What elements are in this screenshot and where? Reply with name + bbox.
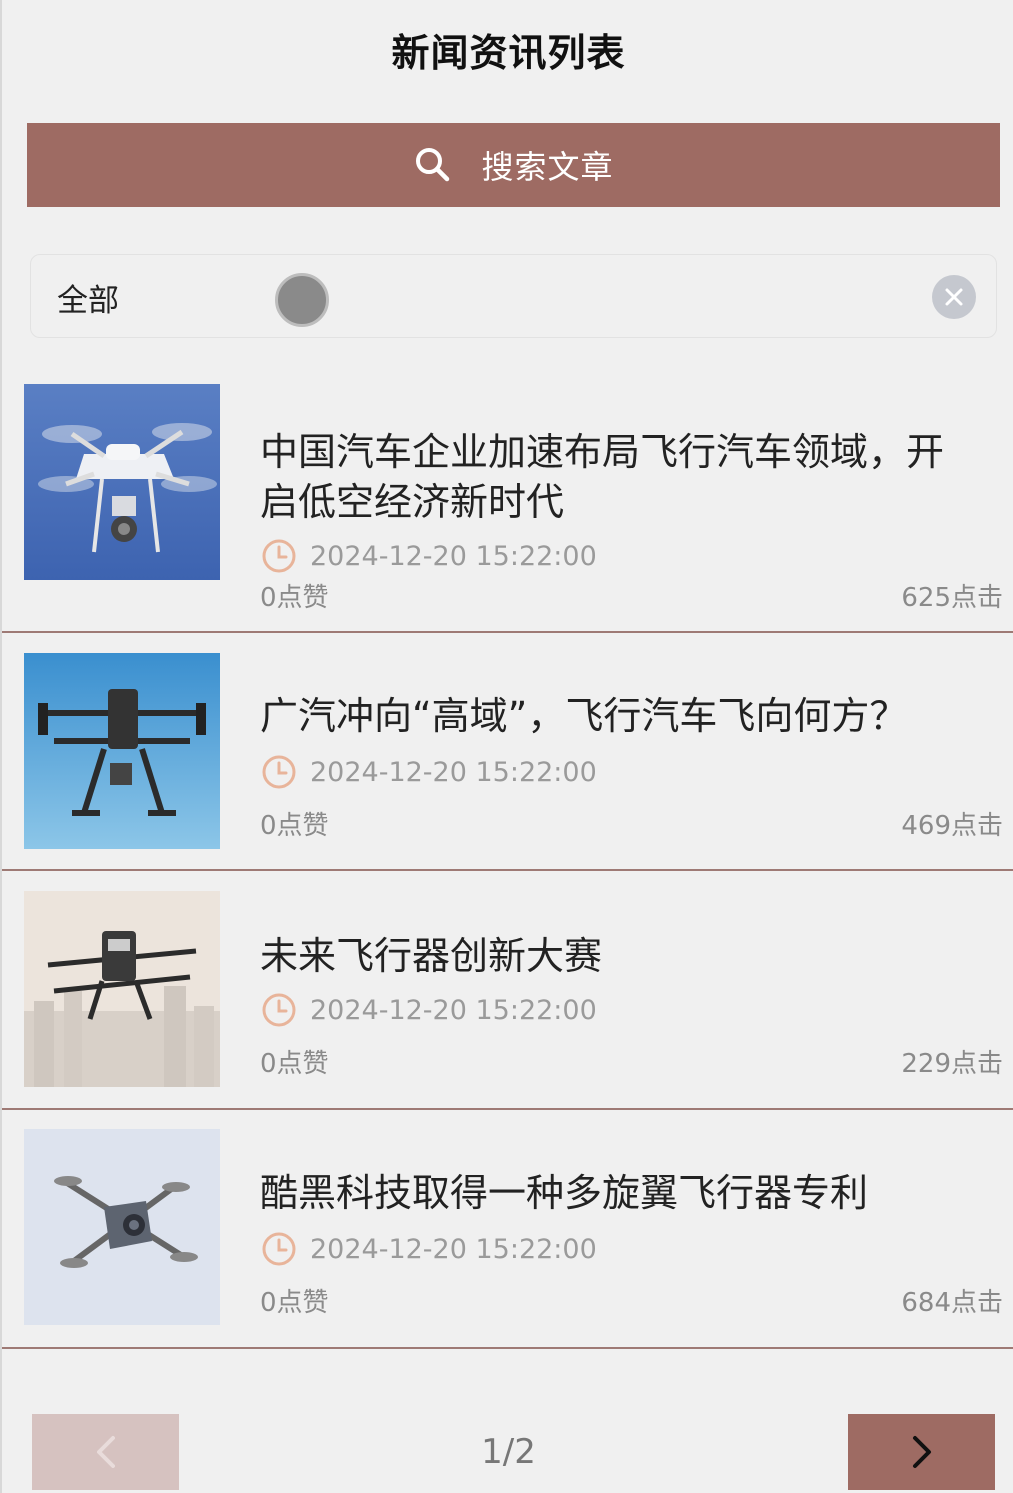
news-time-text: 2024-12-20 15:22:00 — [310, 540, 597, 572]
news-thumbnail — [24, 653, 220, 849]
clock-icon — [262, 1232, 296, 1266]
news-thumbnail — [24, 1129, 220, 1325]
news-list-item[interactable]: 未来飞行器创新大赛 2024-12-20 15:22:00 0点赞 229点击 — [2, 871, 1013, 1110]
search-icon — [413, 145, 453, 185]
filter-label: 全部 — [57, 283, 119, 319]
news-likes: 0点赞 — [260, 1288, 329, 1318]
news-time: 2024-12-20 15:22:00 — [260, 537, 597, 575]
clock-icon — [262, 755, 296, 789]
news-thumbnail — [24, 891, 220, 1087]
news-title[interactable]: 酷黑科技取得一种多旋翼飞行器专利 — [260, 1168, 980, 1218]
page-title: 新闻资讯列表 — [391, 31, 626, 75]
news-list-item[interactable]: 广汽冲向“高域”，飞行汽车飞向何方？ 2024-12-20 15:22:00 0… — [2, 633, 1013, 871]
category-filter[interactable]: 全部 — [30, 254, 997, 338]
news-time: 2024-12-20 15:22:00 — [260, 991, 597, 1029]
news-time-text: 2024-12-20 15:22:00 — [310, 1233, 597, 1265]
news-clicks: 625点击 — [901, 583, 1003, 613]
news-likes: 0点赞 — [260, 1049, 329, 1079]
news-time: 2024-12-20 15:22:00 — [260, 1230, 597, 1268]
clock-icon — [262, 993, 296, 1027]
news-list-item[interactable]: 酷黑科技取得一种多旋翼飞行器专利 2024-12-20 15:22:00 0点赞… — [2, 1110, 1013, 1349]
news-list-item[interactable]: 中国汽车企业加速布局飞行汽车领域，开启低空经济新时代 2024-12-20 15… — [2, 365, 1013, 633]
news-time-text: 2024-12-20 15:22:00 — [310, 756, 597, 788]
news-thumbnail — [24, 384, 220, 580]
news-time: 2024-12-20 15:22:00 — [260, 753, 597, 791]
filter-slider-handle[interactable] — [275, 273, 329, 327]
news-clicks: 229点击 — [901, 1049, 1003, 1079]
close-icon — [945, 288, 963, 306]
chevron-right-icon — [912, 1436, 931, 1468]
news-title[interactable]: 未来飞行器创新大赛 — [260, 931, 980, 981]
clear-filter-button[interactable] — [932, 275, 976, 319]
news-title[interactable]: 中国汽车企业加速布局飞行汽车领域，开启低空经济新时代 — [260, 427, 980, 527]
search-button[interactable]: 搜索文章 — [27, 123, 1000, 207]
news-time-text: 2024-12-20 15:22:00 — [310, 994, 597, 1026]
news-clicks: 469点击 — [901, 811, 1003, 841]
search-label: 搜索文章 — [481, 148, 614, 186]
news-title[interactable]: 广汽冲向“高域”，飞行汽车飞向何方？ — [260, 691, 980, 741]
clock-icon — [262, 539, 296, 573]
news-clicks: 684点击 — [901, 1288, 1003, 1318]
next-page-button[interactable] — [848, 1414, 995, 1490]
news-likes: 0点赞 — [260, 811, 329, 841]
news-likes: 0点赞 — [260, 583, 329, 613]
